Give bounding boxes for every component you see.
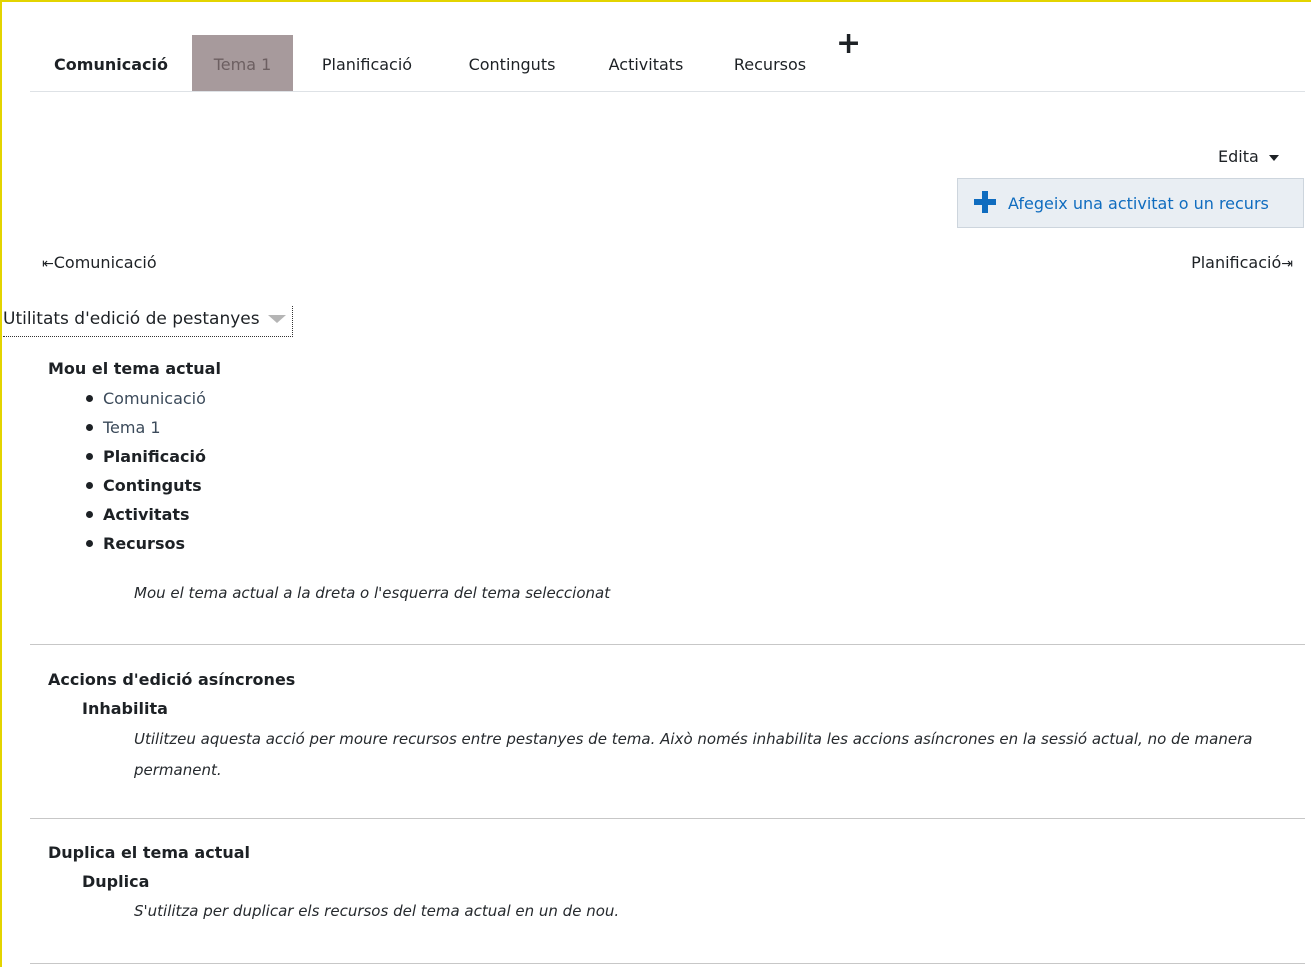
move-note: Mou el tema actual a la dreta o l'esquer…	[134, 584, 611, 602]
tab-comunicacio[interactable]: Comunicació	[30, 35, 192, 91]
previous-topic-link[interactable]: ⇤Comunicació	[42, 253, 157, 272]
disable-async-link[interactable]: Inhabilita	[82, 699, 168, 718]
duplicate-link[interactable]: Duplica	[82, 872, 149, 891]
tab-continguts[interactable]: Continguts	[441, 35, 583, 91]
tab-tema-1[interactable]: Tema 1	[192, 35, 293, 91]
edit-menu-label: Edita	[1218, 147, 1259, 166]
edit-menu[interactable]: Edita	[1218, 147, 1279, 166]
async-section-title: Accions d'edició asíncrones	[48, 670, 296, 689]
move-target-tema-1[interactable]: Tema 1	[86, 416, 206, 445]
duplicate-section-title: Duplica el tema actual	[48, 843, 250, 862]
arrow-left-icon: ⇤	[42, 256, 54, 272]
plus-icon	[974, 191, 996, 213]
add-tab-button[interactable]: +	[836, 29, 861, 59]
next-topic-label: Planificació	[1191, 253, 1282, 272]
move-section-title: Mou el tema actual	[48, 359, 221, 378]
next-topic-link[interactable]: Planificació⇥	[1191, 253, 1293, 272]
move-target-recursos[interactable]: Recursos	[86, 532, 206, 561]
tab-activitats[interactable]: Activitats	[583, 35, 709, 91]
divider	[30, 818, 1305, 819]
triangle-down-icon	[267, 315, 286, 323]
move-target-activitats[interactable]: Activitats	[86, 503, 206, 532]
caret-down-icon	[1268, 154, 1279, 161]
async-note: Utilitzeu aquesta acció per moure recurs…	[134, 730, 1253, 779]
previous-topic-label: Comunicació	[53, 253, 157, 272]
topic-tabs: Comunicació Tema 1 Planificació Contingu…	[30, 29, 1305, 92]
tab-recursos[interactable]: Recursos	[709, 35, 831, 91]
add-activity-label: Afegeix una activitat o un recurs	[1008, 194, 1269, 213]
add-activity-button[interactable]: Afegeix una activitat o un recurs	[957, 178, 1304, 228]
move-target-comunicacio[interactable]: Comunicació	[86, 387, 206, 416]
duplicate-note: S'utilitza per duplicar els recursos del…	[134, 902, 620, 920]
move-target-list: Comunicació Tema 1 Planificació Contingu…	[86, 387, 206, 561]
tab-planificacio[interactable]: Planificació	[293, 35, 441, 91]
tab-editing-utilities-toggle[interactable]: Utilitats d'edició de pestanyes	[3, 306, 293, 337]
arrow-right-icon: ⇥	[1281, 256, 1293, 272]
utilities-label: Utilitats d'edició de pestanyes	[3, 309, 260, 329]
divider	[30, 644, 1305, 645]
divider	[30, 963, 1305, 964]
move-target-continguts[interactable]: Continguts	[86, 474, 206, 503]
move-target-planificacio[interactable]: Planificació	[86, 445, 206, 474]
